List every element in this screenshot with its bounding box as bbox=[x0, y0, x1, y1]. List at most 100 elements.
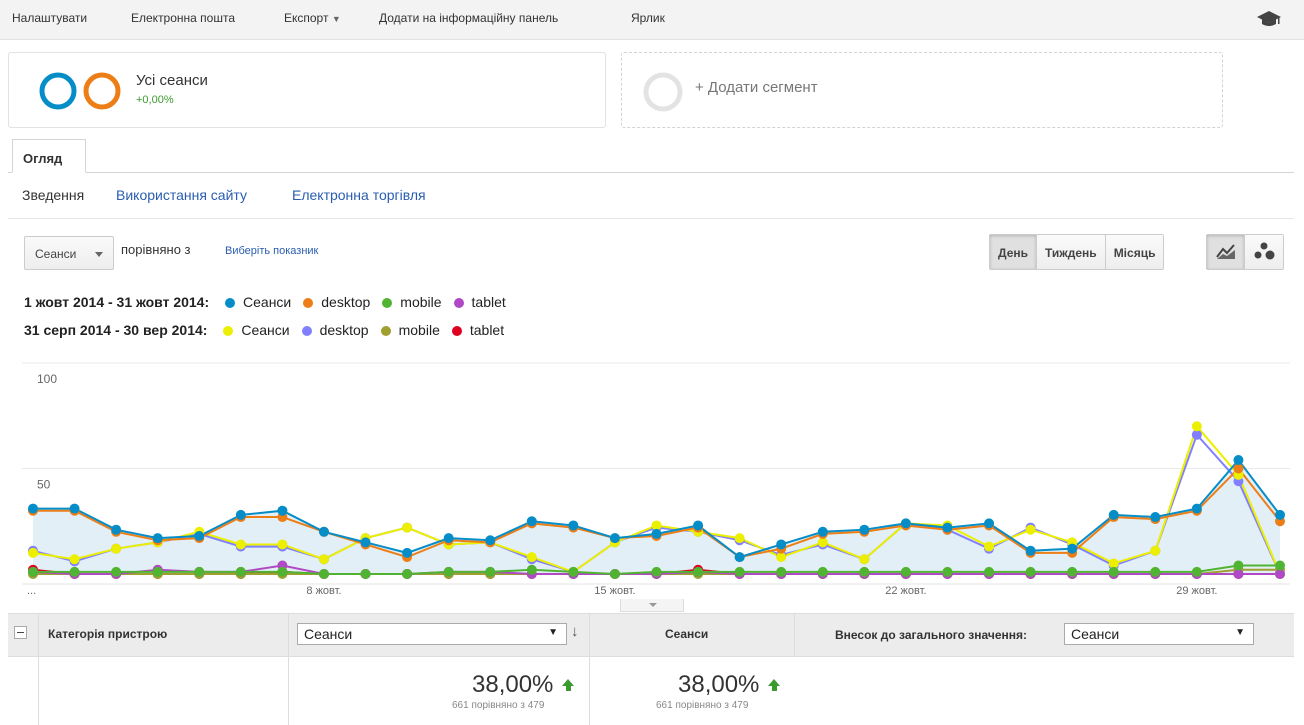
line-chart-icon bbox=[1216, 244, 1235, 259]
data-point bbox=[277, 505, 288, 516]
data-point bbox=[111, 524, 122, 535]
contribution-select-value: Сеанси bbox=[1071, 626, 1120, 642]
chart-expander[interactable] bbox=[620, 599, 684, 612]
data-point bbox=[1150, 545, 1161, 556]
table-metric-select[interactable]: Сеанси ▼ bbox=[297, 623, 567, 645]
subnav-site-usage[interactable]: Використання сайту bbox=[116, 187, 247, 203]
total-sub-1: 661 порівняно з 479 bbox=[452, 700, 545, 711]
data-point bbox=[28, 547, 38, 558]
legend-item-1-0[interactable]: Сеанси bbox=[225, 294, 291, 310]
data-point bbox=[984, 541, 995, 552]
data-point bbox=[900, 566, 911, 577]
granularity-group: День Тиждень Місяць bbox=[989, 234, 1165, 270]
data-point bbox=[776, 566, 787, 577]
legend-label: mobile bbox=[400, 294, 442, 310]
up-arrow-icon bbox=[562, 679, 574, 686]
column-divider bbox=[288, 613, 289, 725]
data-point bbox=[318, 569, 329, 579]
segment-name: Усі сеанси bbox=[136, 72, 208, 89]
data-point bbox=[1233, 455, 1244, 466]
data-point bbox=[1275, 509, 1285, 520]
data-point bbox=[734, 566, 745, 577]
tab-overview[interactable]: Огляд bbox=[12, 139, 86, 173]
week-button[interactable]: Тиждень bbox=[1037, 235, 1106, 269]
data-point bbox=[152, 566, 163, 577]
choose-metric-link[interactable]: Виберіть показник bbox=[225, 245, 318, 257]
customize-button[interactable]: Налаштувати bbox=[12, 11, 87, 25]
data-point bbox=[817, 566, 828, 577]
data-point bbox=[318, 554, 329, 565]
up-arrow-icon bbox=[768, 679, 780, 686]
data-point bbox=[1108, 509, 1119, 520]
legend-item-1-1[interactable]: desktop bbox=[303, 294, 370, 310]
subnav-summary[interactable]: Зведення bbox=[22, 187, 84, 203]
legend-item-2-0[interactable]: Сеанси bbox=[223, 322, 290, 338]
timeline-chart[interactable]: 100 50... 8 жовт. 15 жовт. 22 жовт. 29 жовт. bbox=[0, 348, 1304, 610]
month-button[interactable]: Місяць bbox=[1105, 235, 1164, 269]
motion-chart-button[interactable] bbox=[1245, 235, 1283, 269]
subnav-ecommerce[interactable]: Електронна торгівля bbox=[292, 187, 426, 203]
total-sub-2: 661 порівняно з 479 bbox=[656, 700, 749, 711]
x-tick-label: 29 жовт. bbox=[1176, 585, 1217, 597]
chevron-down-icon: ▼ bbox=[548, 627, 558, 638]
legend-dot-icon bbox=[223, 326, 234, 336]
segment-all-sessions[interactable]: Усі сеанси +0,00% bbox=[8, 52, 606, 128]
data-point bbox=[443, 533, 454, 544]
data-point bbox=[651, 528, 662, 539]
graduation-cap-icon[interactable] bbox=[1256, 9, 1282, 29]
email-button[interactable]: Електронна пошта bbox=[131, 11, 235, 25]
data-point bbox=[817, 526, 828, 537]
metric-select-value: Сеанси bbox=[35, 247, 77, 261]
shortcut-button[interactable]: Ярлик bbox=[631, 11, 665, 25]
data-point bbox=[693, 520, 704, 531]
data-point bbox=[651, 566, 662, 577]
data-point bbox=[984, 518, 995, 529]
legend-label: desktop bbox=[319, 322, 369, 338]
column-divider bbox=[589, 613, 590, 725]
data-point bbox=[402, 547, 413, 558]
y-tick-label: 50 bbox=[37, 478, 51, 492]
export-button[interactable]: Експорт ▼ bbox=[284, 11, 341, 25]
add-to-dashboard-button[interactable]: Додати на інформаційну панель bbox=[379, 11, 558, 25]
legend-item-1-3[interactable]: tablet bbox=[453, 294, 506, 310]
data-point bbox=[277, 539, 288, 550]
data-point bbox=[1108, 566, 1119, 577]
legend-period-1: 1 жовт 2014 - 31 жовт 2014: Сеанси deskto… bbox=[24, 294, 506, 310]
metric-select[interactable]: Сеанси bbox=[24, 236, 114, 270]
chevron-down-icon: ▼ bbox=[331, 14, 341, 24]
data-point bbox=[984, 566, 995, 577]
legend-dot-icon bbox=[380, 326, 391, 336]
segment-delta: +0,00% bbox=[136, 94, 174, 106]
sort-desc-icon[interactable]: ↓ bbox=[571, 623, 579, 640]
sessions-header[interactable]: Сеанси bbox=[665, 627, 708, 641]
data-point bbox=[485, 535, 496, 546]
add-segment-button[interactable]: + Додати сегмент bbox=[621, 52, 1223, 128]
data-point bbox=[402, 522, 413, 533]
collapse-button[interactable] bbox=[14, 626, 27, 639]
data-point bbox=[111, 543, 122, 554]
legend-item-2-1[interactable]: desktop bbox=[301, 322, 369, 338]
table-totals-row bbox=[8, 657, 1294, 725]
chevron-down-icon: ▼ bbox=[1235, 627, 1245, 638]
x-tick-label: ... bbox=[27, 585, 36, 597]
legend-dot-icon bbox=[303, 298, 314, 308]
chart-type-group bbox=[1206, 234, 1284, 270]
data-point bbox=[235, 566, 246, 577]
data-point bbox=[402, 569, 413, 579]
legend-item-2-2[interactable]: mobile bbox=[380, 322, 440, 338]
data-point bbox=[609, 569, 620, 579]
legend-dot-icon bbox=[382, 298, 393, 308]
legend-item-2-3[interactable]: tablet bbox=[451, 322, 504, 338]
data-point bbox=[69, 566, 80, 577]
contribution-select[interactable]: Сеанси ▼ bbox=[1064, 623, 1254, 645]
y-tick-label: 100 bbox=[37, 372, 57, 386]
line-chart-button[interactable] bbox=[1207, 235, 1245, 269]
empty-segment-ring-icon bbox=[643, 72, 683, 112]
legend-label: desktop bbox=[321, 294, 371, 310]
data-point bbox=[235, 509, 246, 520]
total-value-2: 38,00% bbox=[678, 671, 760, 698]
data-point bbox=[69, 554, 80, 565]
day-button[interactable]: День bbox=[990, 235, 1037, 269]
legend-dot-icon bbox=[225, 298, 236, 308]
legend-item-1-2[interactable]: mobile bbox=[382, 294, 442, 310]
